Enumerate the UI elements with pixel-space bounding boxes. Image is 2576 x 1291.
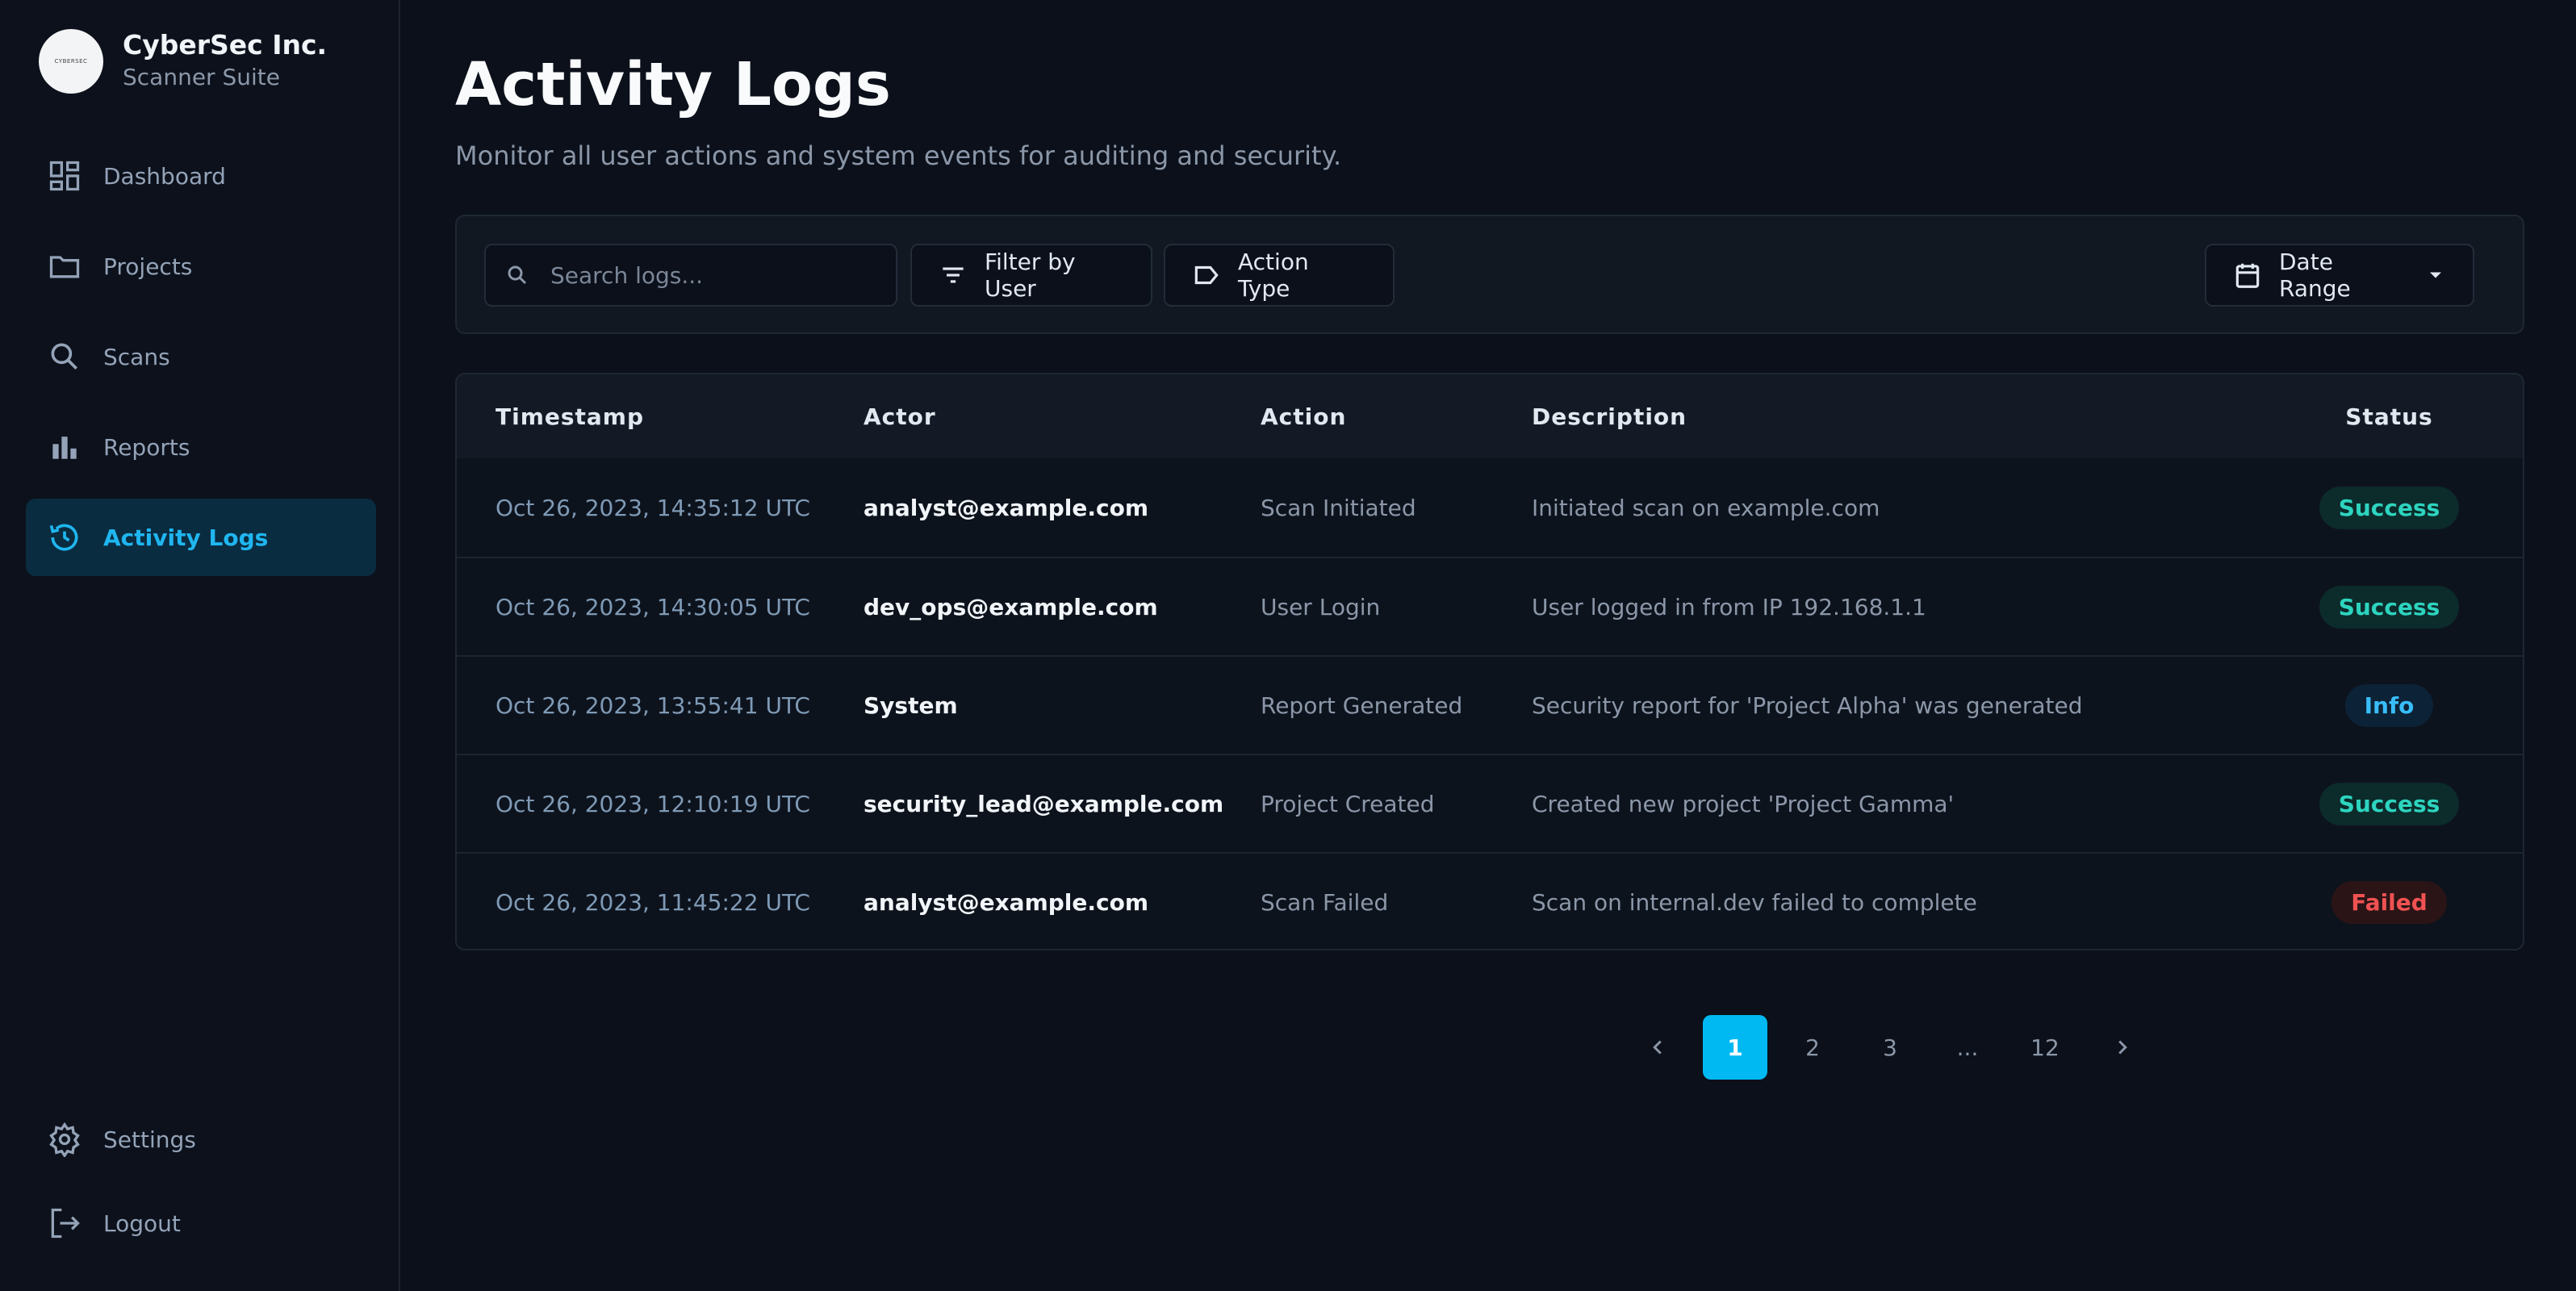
status-badge: Info bbox=[2344, 683, 2434, 727]
table-body: Oct 26, 2023, 14:35:12 UTC analyst@examp… bbox=[457, 458, 2523, 949]
column-header-description[interactable]: Description bbox=[1532, 403, 1687, 430]
bar-chart-icon bbox=[47, 429, 82, 465]
cell-actor: System bbox=[864, 691, 958, 719]
sidebar-item-label: Dashboard bbox=[103, 162, 226, 190]
cell-action: Scan Initiated bbox=[1261, 494, 1416, 521]
table-row[interactable]: Oct 26, 2023, 12:10:19 UTC security_lead… bbox=[457, 754, 2523, 852]
table-row[interactable]: Oct 26, 2023, 13:55:41 UTC System Report… bbox=[457, 655, 2523, 754]
cell-action: User Login bbox=[1261, 593, 1381, 620]
status-badge: Success bbox=[2319, 585, 2460, 629]
sidebar: CYBERSEC CyberSec Inc. Scanner Suite Das… bbox=[0, 0, 400, 1291]
cell-actor: dev_ops@example.com bbox=[864, 593, 1158, 620]
cell-timestamp: Oct 26, 2023, 13:55:41 UTC bbox=[496, 691, 810, 719]
sidebar-item-label: Settings bbox=[103, 1126, 196, 1153]
brand-logo-text: CYBERSEC bbox=[54, 58, 88, 65]
sidebar-item-label: Reports bbox=[103, 433, 190, 461]
filter-by-user-label: Filter by User bbox=[985, 249, 1076, 302]
column-header-status[interactable]: Status bbox=[2345, 403, 2432, 430]
cell-action: Project Created bbox=[1261, 790, 1435, 817]
page-ellipsis: ... bbox=[1956, 1034, 1979, 1061]
cell-description: Created new project 'Project Gamma' bbox=[1532, 790, 1955, 817]
sidebar-item-label: Logout bbox=[103, 1210, 181, 1237]
page-button-1[interactable]: 1 bbox=[1703, 1015, 1767, 1080]
sidebar-item-label: Activity Logs bbox=[103, 524, 269, 551]
logout-icon bbox=[47, 1205, 82, 1241]
cell-timestamp: Oct 26, 2023, 14:35:12 UTC bbox=[496, 494, 810, 521]
sidebar-nav: Dashboard Projects Scans Reports Activit… bbox=[26, 137, 376, 589]
page-button-12[interactable]: 12 bbox=[2013, 1015, 2077, 1080]
dashboard-icon bbox=[47, 158, 82, 194]
filter-toolbar: Filter by User Action Type Date Ran bbox=[455, 215, 2524, 334]
brand-logo: CYBERSEC bbox=[39, 29, 103, 94]
cell-timestamp: Oct 26, 2023, 12:10:19 UTC bbox=[496, 790, 810, 817]
previous-page-button[interactable] bbox=[1625, 1015, 1690, 1080]
table-row[interactable]: Oct 26, 2023, 11:45:22 UTC analyst@examp… bbox=[457, 852, 2523, 949]
history-icon bbox=[47, 520, 82, 555]
column-header-actor[interactable]: Actor bbox=[864, 403, 936, 430]
sidebar-item-label: Projects bbox=[103, 253, 193, 280]
filter-by-user-button[interactable]: Filter by User bbox=[910, 244, 1152, 307]
sidebar-item-settings[interactable]: Settings bbox=[26, 1104, 376, 1175]
cell-action: Report Generated bbox=[1261, 691, 1463, 719]
pagination: 1 2 3 ... 12 bbox=[1625, 1015, 2168, 1080]
status-badge: Success bbox=[2319, 782, 2460, 825]
brand: CYBERSEC CyberSec Inc. Scanner Suite bbox=[39, 29, 327, 94]
next-page-button[interactable] bbox=[2090, 1015, 2155, 1080]
date-range-label: Date Range bbox=[2279, 249, 2351, 302]
table-row[interactable]: Oct 26, 2023, 14:30:05 UTC dev_ops@examp… bbox=[457, 557, 2523, 655]
page-button-2[interactable]: 2 bbox=[1780, 1015, 1845, 1080]
sidebar-item-dashboard[interactable]: Dashboard bbox=[26, 137, 376, 215]
app-root: CYBERSEC CyberSec Inc. Scanner Suite Das… bbox=[0, 0, 2576, 1291]
page-button-3[interactable]: 3 bbox=[1858, 1015, 1922, 1080]
action-type-label: Action Type bbox=[1238, 249, 1309, 302]
brand-name: CyberSec Inc. bbox=[123, 29, 328, 61]
tag-icon bbox=[1191, 260, 1222, 290]
table-row[interactable]: Oct 26, 2023, 14:35:12 UTC analyst@examp… bbox=[457, 458, 2523, 557]
chevron-right-icon bbox=[2118, 1040, 2127, 1055]
column-header-action[interactable]: Action bbox=[1261, 403, 1346, 430]
action-type-button[interactable]: Action Type bbox=[1164, 244, 1395, 307]
filter-icon bbox=[938, 260, 968, 290]
sidebar-item-label: Scans bbox=[103, 343, 170, 370]
cell-description: Scan on internal.dev failed to complete bbox=[1532, 888, 1977, 916]
page-subtitle: Monitor all user actions and system even… bbox=[455, 140, 1342, 171]
search-icon bbox=[47, 339, 82, 374]
cell-description: Security report for 'Project Alpha' was … bbox=[1532, 691, 2083, 719]
cell-actor: security_lead@example.com bbox=[864, 790, 1224, 817]
date-range-button[interactable]: Date Range bbox=[2205, 244, 2474, 307]
search-icon bbox=[505, 263, 529, 287]
cell-action: Scan Failed bbox=[1261, 888, 1389, 916]
status-badge: Success bbox=[2319, 486, 2460, 529]
sidebar-item-activity-logs[interactable]: Activity Logs bbox=[26, 499, 376, 576]
sidebar-item-scans[interactable]: Scans bbox=[26, 318, 376, 395]
caret-down-icon bbox=[2424, 264, 2447, 286]
chevron-left-icon bbox=[1653, 1040, 1662, 1055]
cell-timestamp: Oct 26, 2023, 14:30:05 UTC bbox=[496, 593, 810, 620]
status-badge: Failed bbox=[2331, 880, 2447, 924]
search-box[interactable] bbox=[484, 244, 897, 307]
sidebar-item-projects[interactable]: Projects bbox=[26, 228, 376, 305]
cell-actor: analyst@example.com bbox=[864, 888, 1149, 916]
sidebar-item-reports[interactable]: Reports bbox=[26, 408, 376, 486]
search-input[interactable] bbox=[549, 261, 891, 290]
cell-description: User logged in from IP 192.168.1.1 bbox=[1532, 593, 1926, 620]
main-content: Activity Logs Monitor all user actions a… bbox=[400, 0, 2576, 1291]
cell-timestamp: Oct 26, 2023, 11:45:22 UTC bbox=[496, 888, 810, 916]
sidebar-item-logout[interactable]: Logout bbox=[26, 1188, 376, 1259]
brand-subtitle: Scanner Suite bbox=[123, 64, 280, 90]
folder-icon bbox=[47, 249, 82, 284]
cell-description: Initiated scan on example.com bbox=[1532, 494, 1880, 521]
sidebar-bottom: Settings Logout bbox=[26, 1104, 376, 1272]
cell-actor: analyst@example.com bbox=[864, 494, 1149, 521]
column-header-timestamp[interactable]: Timestamp bbox=[496, 403, 644, 430]
table-header: Timestamp Actor Action Description Statu… bbox=[457, 374, 2523, 458]
gear-icon bbox=[47, 1122, 82, 1157]
activity-log-table: Timestamp Actor Action Description Statu… bbox=[455, 373, 2524, 950]
calendar-icon bbox=[2232, 260, 2263, 290]
page-title: Activity Logs bbox=[455, 50, 891, 119]
